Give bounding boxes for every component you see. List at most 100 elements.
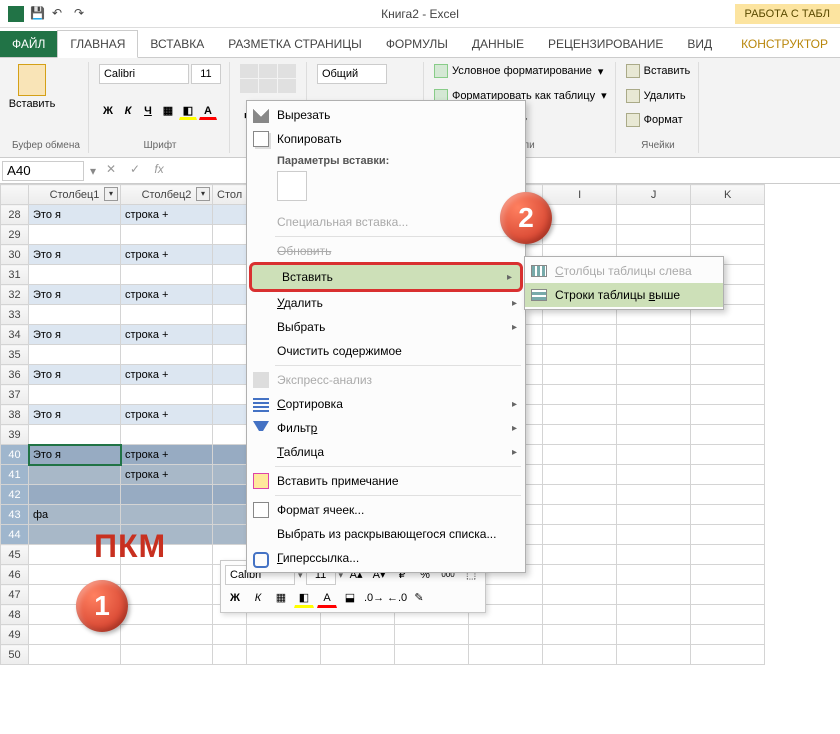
cell[interactable] <box>469 625 543 645</box>
row-header[interactable]: 43 <box>1 505 29 525</box>
cell[interactable] <box>617 545 691 565</box>
cell[interactable] <box>691 325 765 345</box>
qat-redo-icon[interactable]: ↷ <box>74 6 90 22</box>
cell[interactable] <box>121 485 213 505</box>
cell[interactable] <box>29 465 121 485</box>
cell[interactable] <box>617 465 691 485</box>
mt-border-button[interactable]: ▦ <box>271 588 291 608</box>
cell[interactable] <box>29 345 121 365</box>
cell[interactable] <box>213 525 247 545</box>
cell[interactable] <box>617 385 691 405</box>
cell[interactable] <box>617 505 691 525</box>
cell[interactable] <box>29 305 121 325</box>
cell[interactable] <box>121 305 213 325</box>
cell[interactable] <box>691 345 765 365</box>
tab-home[interactable]: ГЛАВНАЯ <box>57 30 138 58</box>
cell[interactable]: строка + <box>121 205 213 225</box>
row-header[interactable]: 38 <box>1 405 29 425</box>
row-header[interactable]: 28 <box>1 205 29 225</box>
cell[interactable] <box>691 385 765 405</box>
row-header[interactable]: 30 <box>1 245 29 265</box>
cell[interactable] <box>617 205 691 225</box>
row-header[interactable]: 36 <box>1 365 29 385</box>
filter-dropdown-icon[interactable]: ▾ <box>196 187 210 201</box>
cell[interactable]: строка + <box>121 285 213 305</box>
column-header[interactable]: K <box>691 185 765 205</box>
cell[interactable] <box>691 565 765 585</box>
font-size-input[interactable] <box>191 64 221 84</box>
cell[interactable] <box>691 505 765 525</box>
cell[interactable] <box>213 245 247 265</box>
cell[interactable] <box>691 545 765 565</box>
cell[interactable] <box>617 525 691 545</box>
cell[interactable] <box>543 525 617 545</box>
cm-table[interactable]: Таблица▸ <box>247 440 525 464</box>
cell[interactable] <box>617 365 691 385</box>
cm-copy[interactable]: Копировать <box>247 127 525 151</box>
cell[interactable] <box>691 465 765 485</box>
font-color-button[interactable]: A <box>199 102 217 120</box>
cell[interactable] <box>213 465 247 485</box>
row-header[interactable]: 33 <box>1 305 29 325</box>
qat-save-icon[interactable]: 💾 <box>30 6 46 22</box>
row-header[interactable]: 40 <box>1 445 29 465</box>
row-header[interactable]: 37 <box>1 385 29 405</box>
cell[interactable] <box>213 425 247 445</box>
cell[interactable] <box>213 505 247 525</box>
cell[interactable] <box>213 265 247 285</box>
cell[interactable] <box>617 325 691 345</box>
tab-designer[interactable]: КОНСТРУКТОР <box>729 31 840 57</box>
cell[interactable] <box>29 485 121 505</box>
name-box[interactable] <box>2 161 84 181</box>
cell[interactable] <box>617 645 691 665</box>
cell[interactable] <box>29 425 121 445</box>
row-header[interactable]: 42 <box>1 485 29 505</box>
cell[interactable]: фа <box>29 505 121 525</box>
cell[interactable]: строка + <box>121 445 213 465</box>
table-column-header[interactable]: Столбец2▾ <box>121 185 213 205</box>
tab-data[interactable]: ДАННЫЕ <box>460 31 536 57</box>
cell[interactable] <box>617 605 691 625</box>
cell[interactable] <box>691 585 765 605</box>
cell[interactable] <box>29 225 121 245</box>
cm-insert-comment[interactable]: Вставить примечание <box>247 469 525 493</box>
tab-view[interactable]: ВИД <box>675 31 724 57</box>
mt-bold-button[interactable]: Ж <box>225 588 245 608</box>
cell[interactable] <box>213 205 247 225</box>
cell[interactable] <box>543 325 617 345</box>
tab-page-layout[interactable]: РАЗМЕТКА СТРАНИЦЫ <box>216 31 374 57</box>
cell[interactable] <box>543 645 617 665</box>
cell[interactable] <box>395 645 469 665</box>
cell[interactable] <box>321 645 395 665</box>
cell[interactable] <box>691 645 765 665</box>
fill-color-button[interactable]: ◧ <box>179 102 197 120</box>
cell[interactable] <box>543 465 617 485</box>
number-format-select[interactable] <box>317 64 387 84</box>
cell[interactable] <box>213 325 247 345</box>
cell[interactable] <box>213 365 247 385</box>
cell[interactable] <box>543 385 617 405</box>
cell[interactable] <box>691 485 765 505</box>
column-header[interactable]: I <box>543 185 617 205</box>
cm-clear-contents[interactable]: Очистить содержимое <box>247 339 525 363</box>
row-header[interactable]: 41 <box>1 465 29 485</box>
cell[interactable] <box>691 605 765 625</box>
row-header[interactable]: 32 <box>1 285 29 305</box>
row-header[interactable]: 31 <box>1 265 29 285</box>
row-header[interactable]: 47 <box>1 585 29 605</box>
mt-dec-decimal-button[interactable]: ←.0 <box>386 588 406 608</box>
cell[interactable] <box>617 565 691 585</box>
cell[interactable] <box>121 345 213 365</box>
cell[interactable] <box>121 505 213 525</box>
cell[interactable] <box>121 265 213 285</box>
tab-insert[interactable]: ВСТАВКА <box>138 31 216 57</box>
cell[interactable] <box>247 625 321 645</box>
cell[interactable] <box>543 625 617 645</box>
cell[interactable]: Это я <box>29 405 121 425</box>
cell[interactable] <box>121 385 213 405</box>
table-column-header[interactable]: Столбец1▾ <box>29 185 121 205</box>
cell[interactable] <box>213 225 247 245</box>
mt-format-button[interactable]: ✎ <box>409 588 429 608</box>
cell[interactable] <box>121 625 213 645</box>
cm-sort[interactable]: Сортировка▸ <box>247 392 525 416</box>
